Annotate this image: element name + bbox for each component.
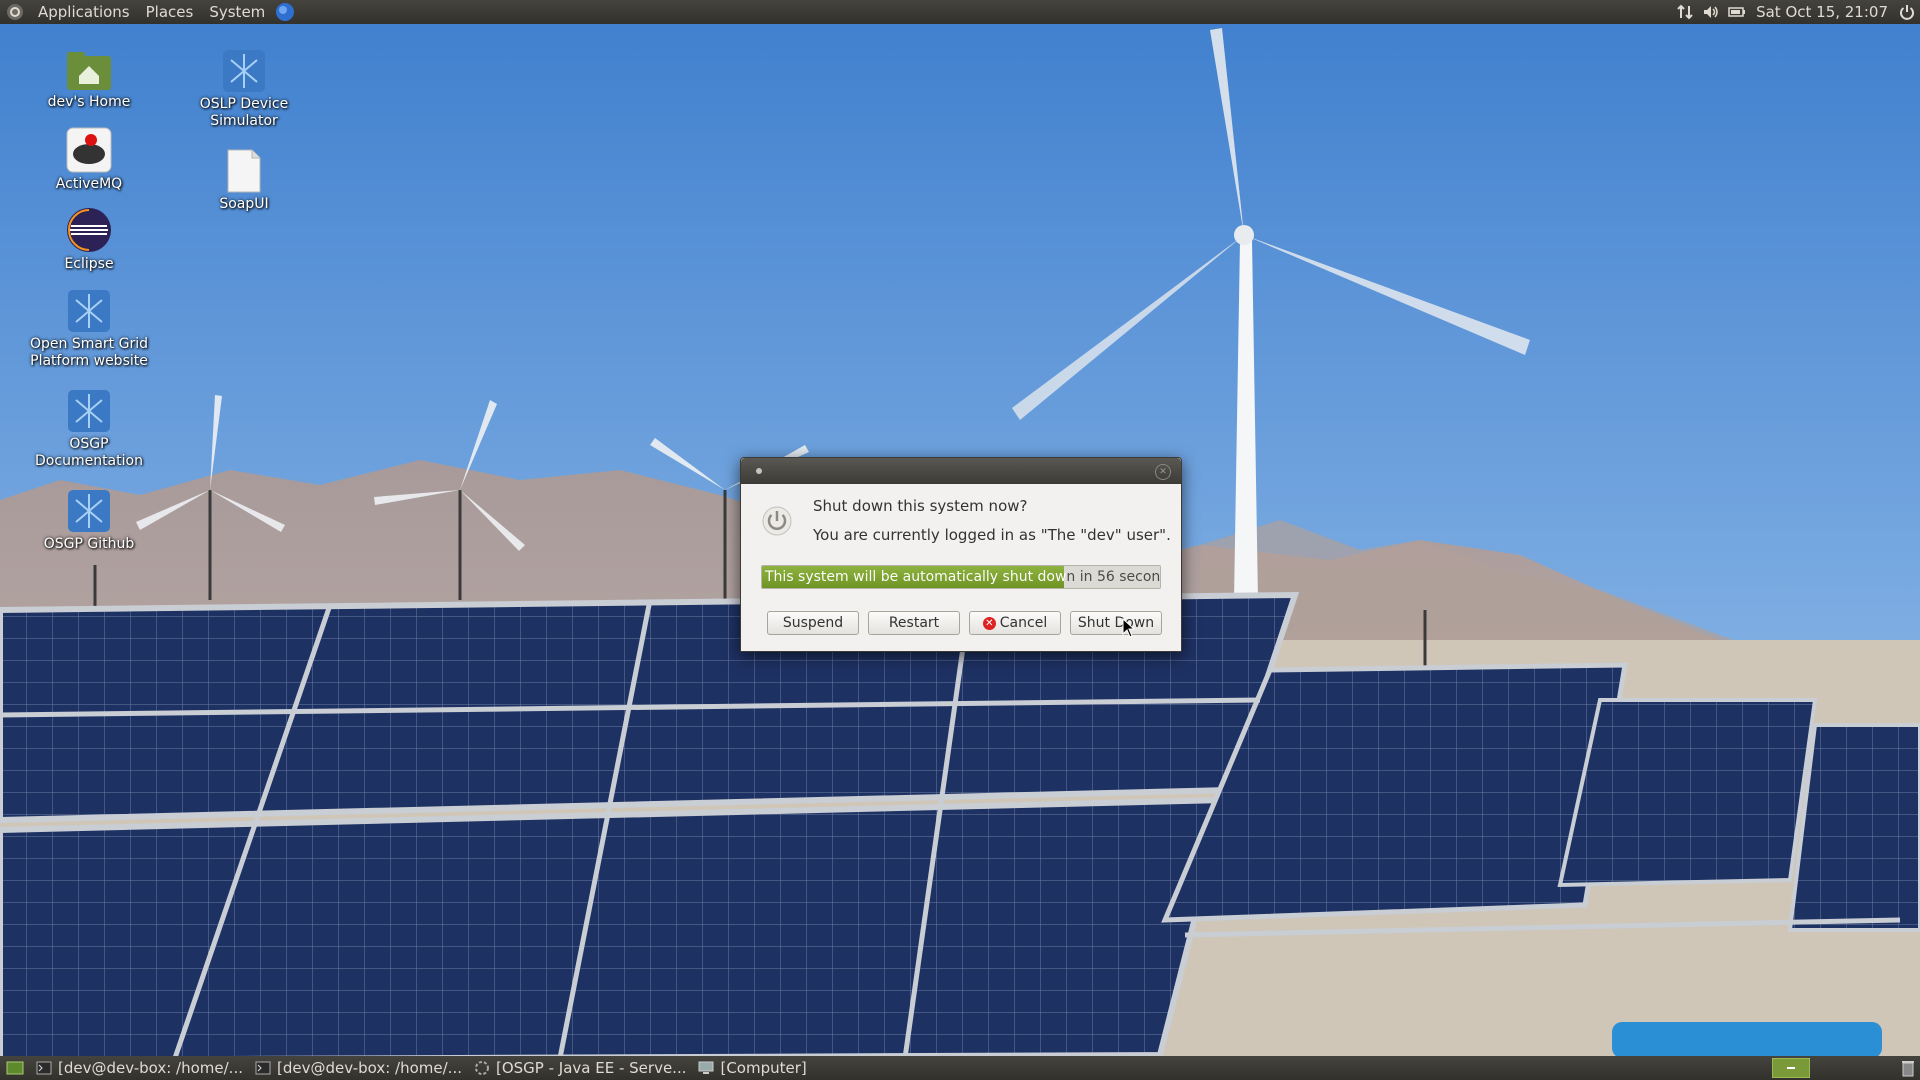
taskbar-item-terminal-1[interactable]: [dev@dev-box: /home/... <box>30 1056 249 1080</box>
desktop-icon-home[interactable]: dev's Home <box>19 50 159 111</box>
desktop-icon-oslp-simulator[interactable]: OSLP Device Simulator <box>174 48 314 130</box>
shutdown-power-icon <box>762 506 792 536</box>
dialog-subtext: You are currently logged in as "The "dev… <box>813 526 1171 544</box>
osgp-icon <box>68 290 110 332</box>
taskbar-item-terminal-2[interactable]: [dev@dev-box: /home/... <box>249 1056 468 1080</box>
desktop-icon-osgp-website[interactable]: Open Smart Grid Platform website <box>19 288 159 370</box>
suspend-label: Suspend <box>782 615 844 631</box>
osgp-icon <box>68 490 110 532</box>
activemq-icon <box>66 127 112 173</box>
desktop-icon-label: OSGP Documentation <box>35 436 143 469</box>
browser-globe-icon[interactable] <box>275 2 295 22</box>
cancel-button[interactable]: ✕ Cancel <box>969 611 1061 635</box>
computer-icon <box>698 1061 714 1074</box>
menu-system[interactable]: System <box>201 0 273 24</box>
document-icon <box>227 149 261 193</box>
restart-button[interactable]: Restart <box>868 611 960 635</box>
mouse-cursor-icon <box>1122 618 1136 638</box>
home-folder-icon <box>67 52 111 90</box>
show-desktop-icon[interactable] <box>6 1060 24 1076</box>
desktop-icon-label: SoapUI <box>219 196 269 212</box>
shutdown-label: Shut Down <box>1077 615 1155 631</box>
dialog-heading: Shut down this system now? <box>813 497 1028 515</box>
battery-icon[interactable] <box>1728 3 1746 21</box>
taskbar-item-label: [dev@dev-box: /home/... <box>58 1059 243 1077</box>
desktop-icon-osgp-documentation[interactable]: OSGP Documentation <box>19 388 159 470</box>
network-icon[interactable] <box>1676 3 1694 21</box>
workspace-switcher[interactable] <box>1772 1058 1810 1078</box>
cancel-label: Cancel <box>999 615 1048 631</box>
progress-text: This system will be automatically shut d… <box>762 566 1160 588</box>
taskbar-item-label: [dev@dev-box: /home/... <box>277 1059 462 1077</box>
ubuntu-logo-icon[interactable] <box>6 3 24 21</box>
desktop-icon-label: OSLP Device Simulator <box>199 96 289 129</box>
trash-icon[interactable] <box>1900 1059 1916 1077</box>
osgp-icon <box>68 390 110 432</box>
window-menu-icon[interactable] <box>756 468 762 474</box>
close-icon[interactable]: ✕ <box>1155 464 1171 480</box>
dialog-buttons: Suspend Restart ✕ Cancel Shut Down <box>767 611 1162 635</box>
restart-label: Restart <box>888 615 940 631</box>
system-tray: Sat Oct 15, 21:07 <box>1672 0 1920 24</box>
clock[interactable]: Sat Oct 15, 21:07 <box>1750 3 1894 21</box>
desktop-icon-eclipse[interactable]: Eclipse <box>19 206 159 273</box>
taskbar-item-label: [OSGP - Java EE - Serve... <box>496 1059 687 1077</box>
desktop-icon-activemq[interactable]: ActiveMQ <box>19 126 159 193</box>
bottom-panel: [dev@dev-box: /home/... [dev@dev-box: /h… <box>0 1056 1920 1080</box>
volume-icon[interactable] <box>1702 3 1720 21</box>
suspend-button[interactable]: Suspend <box>767 611 859 635</box>
menu-applications[interactable]: Applications <box>30 0 138 24</box>
desktop-icon-label: Eclipse <box>64 256 114 272</box>
desktop-icon-label: OSGP Github <box>43 536 135 552</box>
power-icon[interactable] <box>1898 3 1916 21</box>
countdown-progress-bar: This system will be automatically shut d… <box>761 565 1161 589</box>
top-panel: Applications Places System Sat Oct 15, 2… <box>0 0 1920 24</box>
menu-places[interactable]: Places <box>138 0 202 24</box>
eclipse-icon <box>67 208 111 252</box>
taskbar-item-eclipse[interactable]: [OSGP - Java EE - Serve... <box>468 1056 692 1080</box>
desktop-icon-label: Open Smart Grid Platform website <box>29 336 149 369</box>
desktop-icon-label: dev's Home <box>47 94 131 110</box>
desktop-icon-osgp-github[interactable]: OSGP Github <box>19 488 159 553</box>
dialog-titlebar[interactable]: ✕ <box>741 458 1181 484</box>
cancel-icon: ✕ <box>982 616 996 630</box>
desktop-icon-soapui[interactable]: SoapUI <box>174 148 314 213</box>
taskbar-item-label: [Computer] <box>720 1059 807 1077</box>
osgp-icon <box>223 50 265 92</box>
shutdown-button[interactable]: Shut Down <box>1070 611 1162 635</box>
eclipse-icon <box>475 1061 489 1075</box>
taskbar-item-computer[interactable]: [Computer] <box>692 1056 812 1080</box>
shutdown-dialog: ✕ Shut down this system now? You are cur… <box>740 457 1182 652</box>
desktop-icon-label: ActiveMQ <box>55 176 123 192</box>
terminal-icon <box>36 1061 52 1075</box>
terminal-icon <box>255 1061 271 1075</box>
